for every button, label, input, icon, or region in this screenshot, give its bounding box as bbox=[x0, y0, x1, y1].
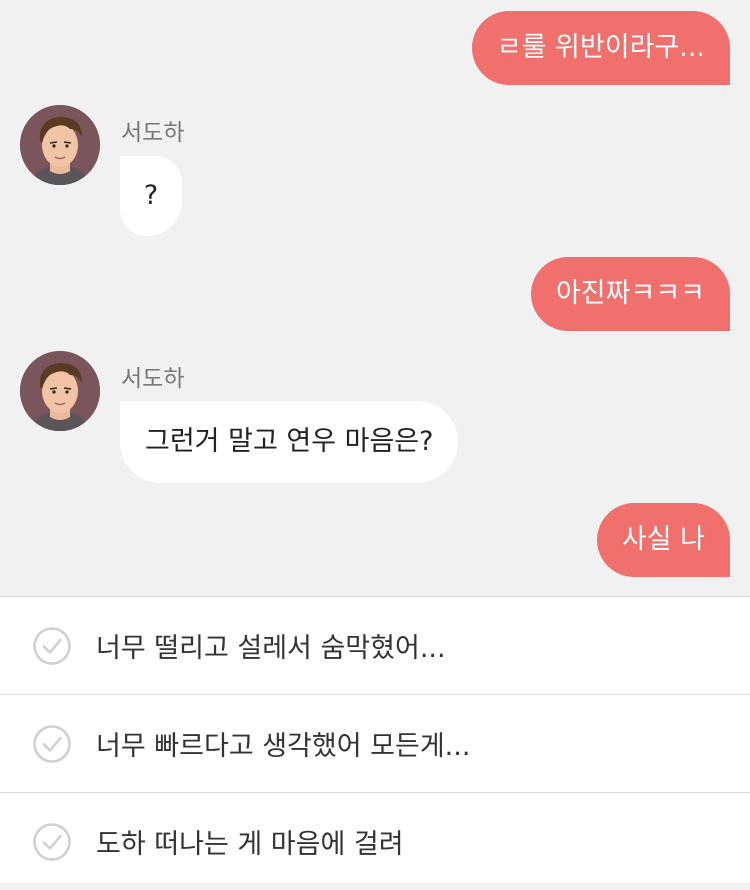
choice-list: 너무 떨리고 설레서 숨막혔어... 너무 빠르다고 생각했어 모든게... 도… bbox=[0, 596, 750, 883]
avatar-image bbox=[20, 351, 100, 431]
check-circle-icon bbox=[33, 822, 71, 861]
check-circle-icon bbox=[33, 626, 71, 665]
choice-label: 너무 빠르다고 생각했어 모든게... bbox=[96, 731, 471, 762]
choice-label: 도하 떠나는 게 마음에 걸려 bbox=[96, 829, 404, 860]
choice-option[interactable]: 도하 떠나는 게 마음에 걸려 bbox=[0, 793, 750, 890]
sender-name: 서도하 bbox=[121, 120, 185, 146]
avatar bbox=[20, 351, 100, 431]
avatar-image bbox=[20, 105, 100, 185]
incoming-message-bubble: 그런거 말고 연우 마음은? bbox=[120, 401, 459, 483]
outgoing-message-bubble: 아진짜ㅋㅋㅋ bbox=[530, 257, 730, 331]
incoming-message-bubble: ? bbox=[120, 156, 182, 236]
outgoing-message-bubble: 사실 나 bbox=[596, 503, 730, 577]
sender-name: 서도하 bbox=[121, 366, 185, 392]
check-circle-icon bbox=[33, 724, 71, 763]
choice-option[interactable]: 너무 빠르다고 생각했어 모든게... bbox=[0, 695, 750, 792]
outgoing-message-bubble: ㄹ룰 위반이라구... bbox=[471, 11, 730, 85]
choice-option[interactable]: 너무 떨리고 설레서 숨막혔어... bbox=[0, 597, 750, 694]
choice-label: 너무 떨리고 설레서 숨막혔어... bbox=[96, 633, 446, 664]
avatar bbox=[20, 105, 100, 185]
chat-area: ㄹ룰 위반이라구... 서도하 ? 아진짜ㅋㅋㅋ 서도하 그런거 말고 연우 마… bbox=[0, 0, 750, 596]
